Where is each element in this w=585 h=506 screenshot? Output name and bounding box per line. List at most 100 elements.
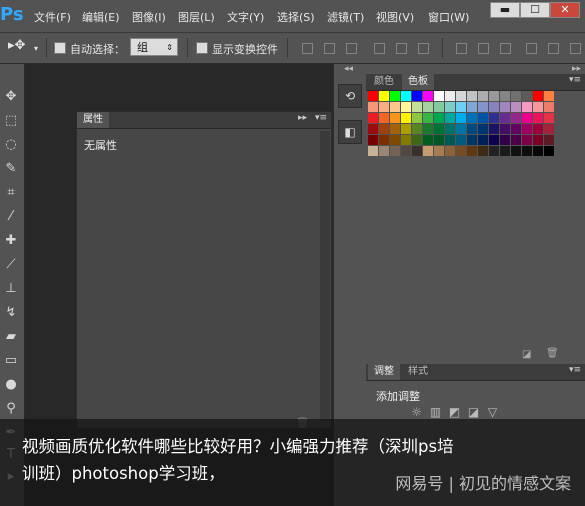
move-tool-icon[interactable]: ✥ xyxy=(2,88,20,106)
color-swatch[interactable] xyxy=(489,113,499,123)
color-swatch[interactable] xyxy=(412,113,422,123)
align-left-icon[interactable] xyxy=(374,43,385,54)
color-swatch[interactable] xyxy=(467,91,477,101)
color-swatch[interactable] xyxy=(500,146,510,156)
color-swatch[interactable] xyxy=(522,146,532,156)
color-swatch[interactable] xyxy=(533,91,543,101)
color-swatch[interactable] xyxy=(368,91,378,101)
quick-select-tool-icon[interactable]: ✎ xyxy=(2,160,20,178)
distribute-vcenter-icon[interactable] xyxy=(478,43,489,54)
color-swatch[interactable] xyxy=(368,146,378,156)
color-swatch[interactable] xyxy=(445,146,455,156)
distribute-left-icon[interactable] xyxy=(526,43,537,54)
color-swatch[interactable] xyxy=(522,102,532,112)
marquee-tool-icon[interactable]: ⬚ xyxy=(2,112,20,130)
align-vcenter-icon[interactable] xyxy=(324,43,335,54)
distribute-bottom-icon[interactable] xyxy=(500,43,511,54)
expand-icon[interactable]: ◂◂ xyxy=(344,64,353,74)
color-swatch[interactable] xyxy=(379,113,389,123)
color-swatch[interactable] xyxy=(467,124,477,134)
brush-tool-icon[interactable]: ⟋ xyxy=(2,256,20,274)
tab-styles[interactable]: 样式 xyxy=(402,364,434,380)
color-swatch[interactable] xyxy=(456,135,466,145)
color-swatch[interactable] xyxy=(544,113,554,123)
color-swatch[interactable] xyxy=(467,113,477,123)
color-swatch[interactable] xyxy=(467,135,477,145)
panel-menu-icon[interactable]: ▾≡ xyxy=(569,365,581,375)
color-swatch[interactable] xyxy=(445,91,455,101)
color-swatch[interactable] xyxy=(390,102,400,112)
color-swatch[interactable] xyxy=(478,146,488,156)
minimize-button[interactable]: ▬ xyxy=(490,2,520,18)
color-swatch[interactable] xyxy=(489,124,499,134)
color-swatch[interactable] xyxy=(467,102,477,112)
color-swatch[interactable] xyxy=(478,135,488,145)
color-swatch[interactable] xyxy=(368,135,378,145)
color-swatch[interactable] xyxy=(412,124,422,134)
color-swatch[interactable] xyxy=(489,135,499,145)
color-swatch[interactable] xyxy=(500,135,510,145)
color-swatch[interactable] xyxy=(533,146,543,156)
color-swatch[interactable] xyxy=(511,146,521,156)
collapse-icon[interactable]: ▸▸ xyxy=(298,113,307,123)
color-swatch[interactable] xyxy=(390,91,400,101)
scrollbar[interactable] xyxy=(320,131,330,421)
color-swatch[interactable] xyxy=(489,102,499,112)
tab-swatches[interactable]: 色板 xyxy=(402,74,434,90)
color-swatch[interactable] xyxy=(445,124,455,134)
menu-edit[interactable]: 编辑(E) xyxy=(82,9,120,25)
menu-view[interactable]: 视图(V) xyxy=(376,9,414,25)
3d-panel-icon[interactable]: ◧ xyxy=(338,120,362,144)
distribute-hcenter-icon[interactable] xyxy=(548,43,559,54)
color-swatch[interactable] xyxy=(533,113,543,123)
lasso-tool-icon[interactable]: ◌ xyxy=(2,136,20,154)
color-swatch[interactable] xyxy=(478,91,488,101)
color-swatch[interactable] xyxy=(456,124,466,134)
color-swatch[interactable] xyxy=(434,91,444,101)
color-swatch[interactable] xyxy=(533,102,543,112)
color-swatch[interactable] xyxy=(401,91,411,101)
color-swatch[interactable] xyxy=(368,102,378,112)
auto-select-dropdown[interactable]: 组 ⇕ xyxy=(130,38,178,56)
color-swatch[interactable] xyxy=(379,135,389,145)
color-swatch[interactable] xyxy=(456,91,466,101)
gradient-tool-icon[interactable]: ▭ xyxy=(2,352,20,370)
dodge-tool-icon[interactable]: ⚲ xyxy=(2,400,20,418)
history-panel-icon[interactable]: ⟲ xyxy=(338,84,362,108)
color-swatch[interactable] xyxy=(511,124,521,134)
tab-properties[interactable]: 属性 xyxy=(77,112,109,128)
menu-layer[interactable]: 图层(L) xyxy=(178,9,215,25)
close-button[interactable]: ✕ xyxy=(550,2,580,18)
color-swatch[interactable] xyxy=(522,124,532,134)
color-swatch[interactable] xyxy=(544,91,554,101)
color-swatch[interactable] xyxy=(456,146,466,156)
color-swatch[interactable] xyxy=(511,135,521,145)
levels-icon[interactable]: ▥ xyxy=(429,406,442,419)
color-swatch[interactable] xyxy=(423,124,433,134)
auto-select-checkbox[interactable] xyxy=(54,42,66,54)
color-swatch[interactable] xyxy=(434,102,444,112)
blur-tool-icon[interactable]: ● xyxy=(2,376,20,394)
tab-adjustments[interactable]: 调整 xyxy=(368,364,400,380)
show-transform-checkbox[interactable] xyxy=(196,42,208,54)
color-swatch[interactable] xyxy=(500,91,510,101)
vibrance-icon[interactable]: ▽ xyxy=(486,406,499,419)
eyedropper-tool-icon[interactable]: ⁄ xyxy=(2,208,20,226)
color-swatch[interactable] xyxy=(533,135,543,145)
color-swatch[interactable] xyxy=(423,113,433,123)
eraser-tool-icon[interactable]: ▰ xyxy=(2,328,20,346)
color-swatch[interactable] xyxy=(423,91,433,101)
color-swatch[interactable] xyxy=(456,102,466,112)
stamp-tool-icon[interactable]: ⊥ xyxy=(2,280,20,298)
color-swatch[interactable] xyxy=(368,124,378,134)
color-swatch[interactable] xyxy=(401,102,411,112)
healing-brush-tool-icon[interactable]: ✚ xyxy=(2,232,20,250)
collapse-icon[interactable]: ▸▸ xyxy=(572,64,581,74)
color-swatch[interactable] xyxy=(544,124,554,134)
color-swatch[interactable] xyxy=(423,102,433,112)
color-swatch[interactable] xyxy=(401,135,411,145)
menu-file[interactable]: 文件(F) xyxy=(34,9,71,25)
color-swatch[interactable] xyxy=(500,102,510,112)
menu-type[interactable]: 文字(Y) xyxy=(227,9,264,25)
color-swatch[interactable] xyxy=(511,113,521,123)
